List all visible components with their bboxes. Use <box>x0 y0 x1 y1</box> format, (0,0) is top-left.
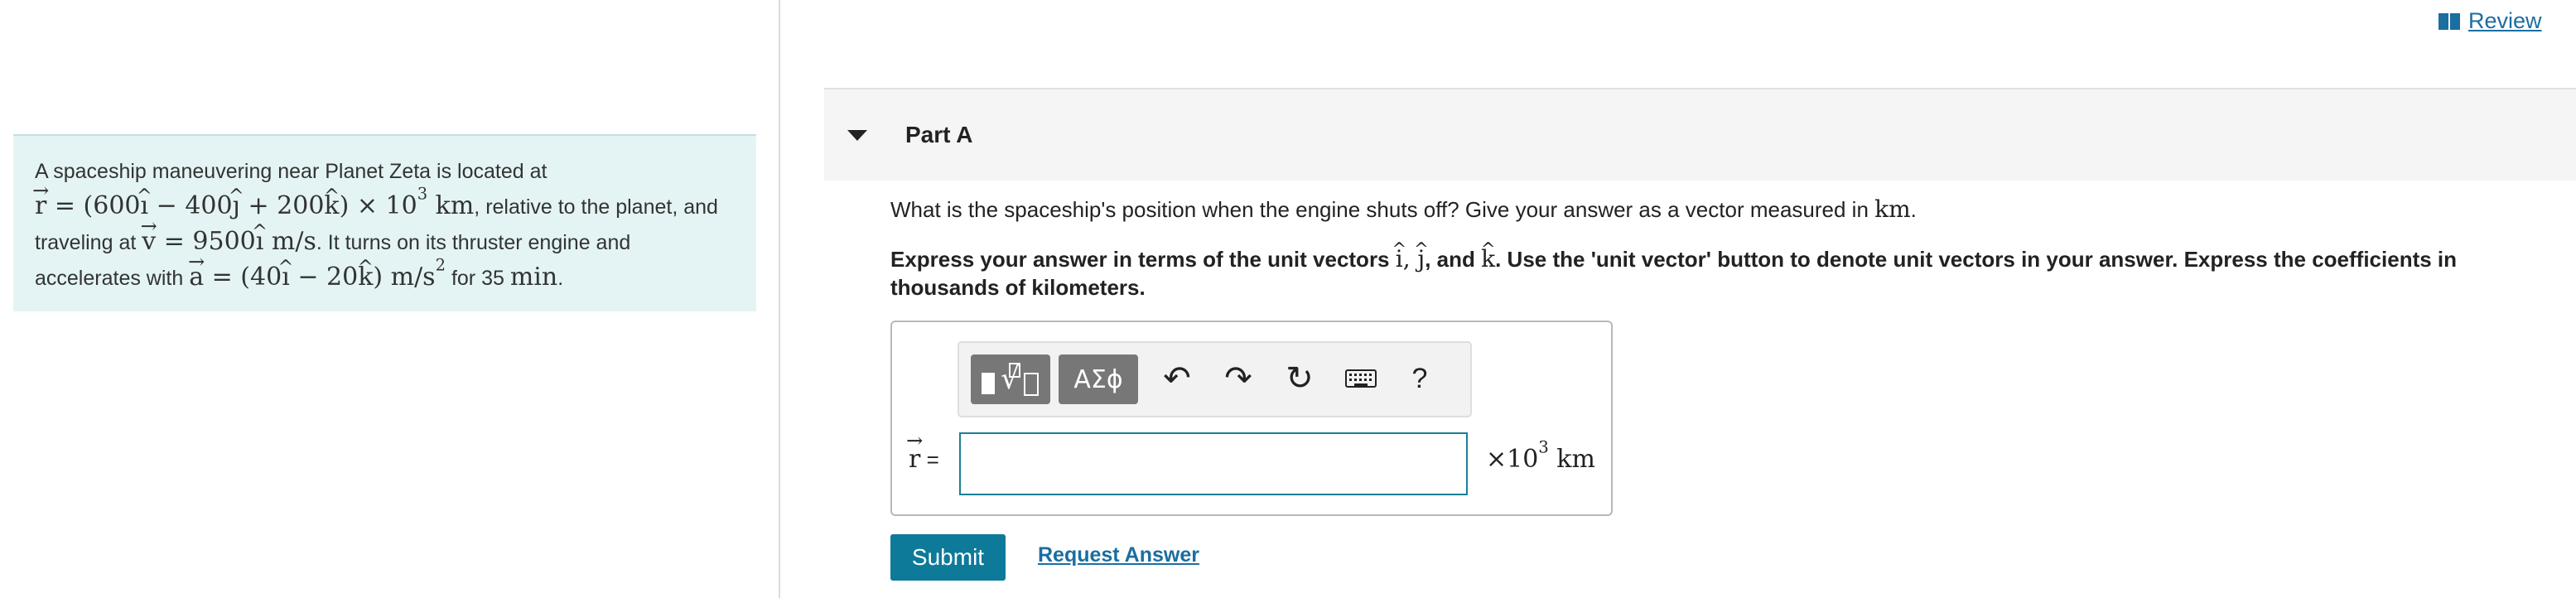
submit-button[interactable]: Submit <box>890 534 1006 581</box>
part-title: Part A <box>905 122 973 147</box>
redo-icon[interactable]: ↷ <box>1218 358 1259 399</box>
caret-down-icon[interactable] <box>847 129 867 141</box>
keyboard-icon[interactable] <box>1340 358 1382 399</box>
problem-line-3: traveling at v = 9500ı m/s. It turns on … <box>35 224 735 260</box>
part-a-header[interactable]: Part A <box>824 88 2576 181</box>
help-button[interactable]: ? <box>1403 358 1436 399</box>
question-text: What is the spaceship's position when th… <box>890 195 1917 223</box>
math-toolbar: √ ΑΣϕ ↶ ↷ ↻ ? <box>958 341 1472 417</box>
greek-symbols-button[interactable]: ΑΣϕ <box>1059 354 1138 404</box>
panel-divider <box>779 0 780 598</box>
answer-variable-label: r = <box>909 445 939 474</box>
request-answer-link[interactable]: Request Answer <box>1038 543 1199 567</box>
answer-input[interactable] <box>959 432 1468 495</box>
math-templates-icon[interactable]: √ <box>971 354 1050 404</box>
problem-statement: A spaceship maneuvering near Planet Zeta… <box>13 134 756 311</box>
reset-icon[interactable]: ↻ <box>1279 358 1320 399</box>
book-icon <box>2439 12 2460 30</box>
answer-instructions: Express your answer in terms of the unit… <box>890 245 2514 301</box>
answer-units: ×103 km <box>1486 437 1595 474</box>
problem-line-4: accelerates with a = (40ı − 20k) m/s2 fo… <box>35 257 735 296</box>
answer-box: √ ΑΣϕ ↶ ↷ ↻ ? r = ×103 km <box>890 321 1613 516</box>
review-label: Review <box>2468 8 2542 33</box>
undo-icon[interactable]: ↶ <box>1156 358 1198 399</box>
review-link[interactable]: Review <box>2439 8 2542 34</box>
